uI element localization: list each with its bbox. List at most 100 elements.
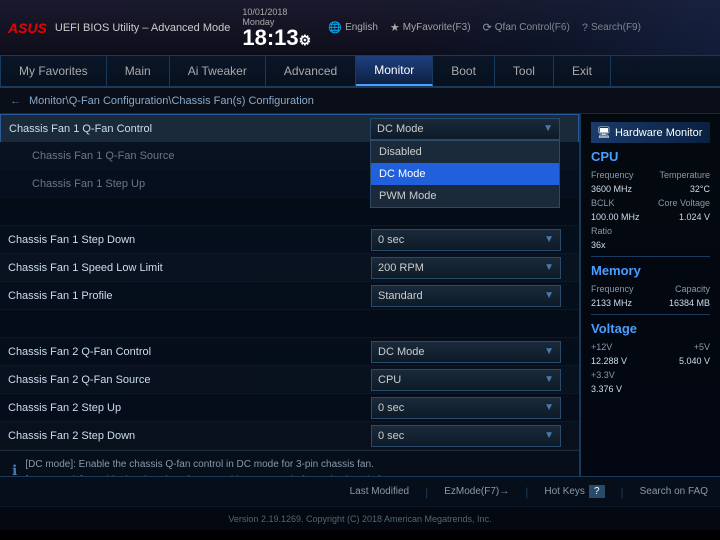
cf2-source-value: CPU — [378, 374, 401, 386]
search-faq-item[interactable]: Search on FAQ — [640, 486, 708, 497]
ezmode-item[interactable]: EzMode(F7)→ — [444, 486, 509, 497]
footer: Version 2.19.1269. Copyright (C) 2018 Am… — [0, 506, 720, 530]
language-link[interactable]: 🌐 English — [328, 21, 378, 34]
hw-12v-label-row: +12V +5V — [591, 342, 710, 352]
value-cf2-step-up[interactable]: 0 sec ▼ — [371, 397, 571, 419]
row-cf2-control[interactable]: Chassis Fan 2 Q-Fan Control DC Mode ▼ — [0, 338, 579, 366]
dropdown-cf2-source[interactable]: CPU ▼ — [371, 369, 561, 391]
myfavorite-label: MyFavorite(F3) — [403, 22, 471, 33]
hw-12v-value-row: 12.288 V 5.040 V — [591, 356, 710, 366]
cf1-step-down-value: 0 sec — [378, 234, 404, 246]
hw-temp-value: 32°C — [690, 184, 710, 194]
divider-2 — [0, 310, 579, 338]
dropdown-arrow: ▼ — [544, 430, 554, 441]
hotkeys-item[interactable]: Hot Keys ? — [544, 485, 604, 498]
value-cf1-speed-low[interactable]: 200 RPM ▼ — [371, 257, 571, 279]
date-display: 10/01/2018 Monday — [242, 7, 287, 27]
value-cf1-profile[interactable]: Standard ▼ — [371, 285, 571, 307]
option-pwm-mode[interactable]: PWM Mode — [371, 185, 559, 207]
search-label: Search(F9) — [591, 22, 641, 33]
dropdown-arrow: ▼ — [543, 123, 553, 134]
value-cf2-step-down[interactable]: 0 sec ▼ — [371, 425, 571, 447]
myfavorite-link[interactable]: ★ MyFavorite(F3) — [390, 21, 471, 34]
settings-table: Chassis Fan 1 Q-Fan Control DC Mode ▼ Di… — [0, 114, 579, 450]
row-cf1-control[interactable]: Chassis Fan 1 Q-Fan Control DC Mode ▼ Di… — [0, 114, 579, 142]
value-cf2-source[interactable]: CPU ▼ — [371, 369, 571, 391]
label-cf2-control: Chassis Fan 2 Q-Fan Control — [8, 342, 371, 362]
hw-bclk-value: 100.00 MHz — [591, 212, 640, 222]
value-cf1-step-down[interactable]: 0 sec ▼ — [371, 229, 571, 251]
tab-ai-tweaker[interactable]: Ai Tweaker — [170, 56, 266, 86]
status-bar: Last Modified | EzMode(F7)→ | Hot Keys ?… — [0, 476, 720, 506]
tab-my-favorites[interactable]: My Favorites — [0, 56, 107, 86]
hw-divider-2 — [591, 314, 710, 315]
label-cf1-step-down: Chassis Fan 1 Step Down — [8, 230, 371, 250]
time-display: 18:13⚙ — [242, 27, 311, 49]
qfan-label: Qfan Control(F6) — [495, 22, 570, 33]
row-cf1-speed-low[interactable]: Chassis Fan 1 Speed Low Limit 200 RPM ▼ — [0, 254, 579, 282]
dropdown-arrow: ▼ — [544, 346, 554, 357]
last-modified-item[interactable]: Last Modified — [350, 486, 409, 497]
info-line-2: [PWM mode]: Enable the chassis Q-fan con… — [25, 473, 393, 476]
hw-33v-label: +3.3V — [591, 370, 615, 380]
top-bar: ASUS UEFI BIOS Utility – Advanced Mode 1… — [0, 0, 720, 56]
status-div-1: | — [425, 485, 428, 499]
hw-mem-freq-label: Frequency — [591, 284, 634, 294]
back-arrow[interactable]: ← — [10, 95, 21, 107]
fan-icon: ⟳ — [483, 21, 492, 34]
cf1-control-menu: Disabled DC Mode PWM Mode — [370, 140, 560, 208]
value-cf2-control[interactable]: DC Mode ▼ — [371, 341, 571, 363]
info-text: [DC mode]: Enable the chassis Q-fan cont… — [25, 457, 393, 476]
bios-title: UEFI BIOS Utility – Advanced Mode — [55, 22, 230, 34]
hw-5v-value: 5.040 V — [679, 356, 710, 366]
label-cf2-step-up: Chassis Fan 2 Step Up — [8, 398, 371, 418]
dropdown-cf2-step-down[interactable]: 0 sec ▼ — [371, 425, 561, 447]
option-disabled[interactable]: Disabled — [371, 141, 559, 163]
tab-tool[interactable]: Tool — [495, 56, 554, 86]
dropdown-cf2-control[interactable]: DC Mode ▼ — [371, 341, 561, 363]
label-cf2-step-down: Chassis Fan 2 Step Down — [8, 426, 371, 446]
cf1-control-dropdown[interactable]: DC Mode ▼ — [370, 118, 560, 140]
logo-area: ASUS UEFI BIOS Utility – Advanced Mode — [8, 20, 230, 36]
cf2-step-down-value: 0 sec — [378, 430, 404, 442]
tab-monitor[interactable]: Monitor — [356, 56, 433, 86]
dropdown-cf2-step-up[interactable]: 0 sec ▼ — [371, 397, 561, 419]
cf1-profile-value: Standard — [378, 290, 423, 302]
language-icon: 🌐 — [328, 21, 342, 34]
label-cf1-profile: Chassis Fan 1 Profile — [8, 286, 371, 306]
left-panel: Chassis Fan 1 Q-Fan Control DC Mode ▼ Di… — [0, 114, 580, 476]
dropdown-cf1-step-down[interactable]: 0 sec ▼ — [371, 229, 561, 251]
tab-boot[interactable]: Boot — [433, 56, 495, 86]
dropdown-cf1-control[interactable]: DC Mode ▼ Disabled DC Mode PWM Mode — [370, 118, 560, 140]
hw-12v-value: 12.288 V — [591, 356, 627, 366]
nav-bar: My Favorites Main Ai Tweaker Advanced Mo… — [0, 56, 720, 88]
dropdown-cf1-profile[interactable]: Standard ▼ — [371, 285, 561, 307]
row-cf1-step-down[interactable]: Chassis Fan 1 Step Down 0 sec ▼ — [0, 226, 579, 254]
dropdown-arrow: ▼ — [544, 374, 554, 385]
tab-main[interactable]: Main — [107, 56, 170, 86]
cf1-speed-low-value: 200 RPM — [378, 262, 424, 274]
dropdown-cf1-speed-low[interactable]: 200 RPM ▼ — [371, 257, 561, 279]
tab-exit[interactable]: Exit — [554, 56, 611, 86]
option-dc-mode[interactable]: DC Mode — [371, 163, 559, 185]
hw-33v-value: 3.376 V — [591, 384, 622, 394]
hw-ratio-value-row: 36x — [591, 240, 710, 250]
qfan-link[interactable]: ⟳ Qfan Control(F6) — [483, 21, 570, 34]
search-link[interactable]: ? Search(F9) — [582, 22, 641, 34]
row-cf1-profile[interactable]: Chassis Fan 1 Profile Standard ▼ — [0, 282, 579, 310]
cf1-control-value: DC Mode — [377, 123, 423, 135]
info-line-1: [DC mode]: Enable the chassis Q-fan cont… — [25, 457, 393, 473]
row-cf2-step-up[interactable]: Chassis Fan 2 Step Up 0 sec ▼ — [0, 394, 579, 422]
row-cf2-source[interactable]: Chassis Fan 2 Q-Fan Source CPU ▼ — [0, 366, 579, 394]
row-cf2-step-down[interactable]: Chassis Fan 2 Step Down 0 sec ▼ — [0, 422, 579, 450]
label-cf2-source: Chassis Fan 2 Q-Fan Source — [8, 370, 371, 390]
star-icon: ★ — [390, 21, 400, 34]
tab-advanced[interactable]: Advanced — [266, 56, 356, 86]
hw-mem-freq-label-row: Frequency Capacity — [591, 284, 710, 294]
label-cf1-source: Chassis Fan 1 Q-Fan Source — [16, 146, 371, 166]
label-cf1-control: Chassis Fan 1 Q-Fan Control — [9, 119, 370, 139]
value-cf1-control[interactable]: DC Mode ▼ Disabled DC Mode PWM Mode — [370, 118, 570, 140]
hardware-monitor-panel: 🖥 Hardware Monitor CPU Frequency Tempera… — [580, 114, 720, 476]
hw-memory-title: Memory — [591, 263, 710, 278]
hw-freq-label: Frequency — [591, 170, 634, 180]
